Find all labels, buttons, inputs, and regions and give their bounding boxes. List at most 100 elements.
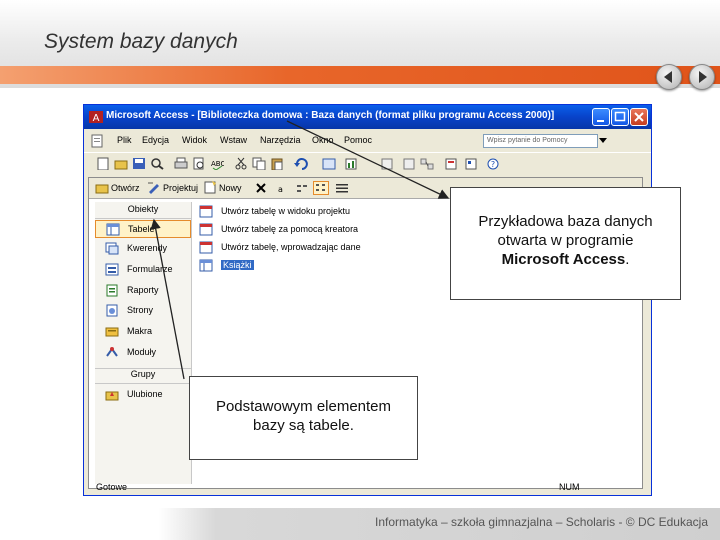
relationships-icon[interactable] [420, 157, 434, 170]
sidebar-item-modules[interactable]: Moduły [95, 344, 191, 362]
maximize-button[interactable] [611, 108, 629, 126]
save-icon[interactable] [132, 157, 146, 170]
copy-icon[interactable] [252, 157, 266, 170]
new-icon[interactable] [203, 181, 217, 194]
macro-icon [105, 327, 119, 337]
open-folder-icon[interactable] [114, 157, 128, 170]
svg-text:A: A [93, 113, 100, 124]
query-icon [105, 242, 119, 255]
menu-help[interactable]: Pomoc [344, 135, 372, 145]
num-lock-indicator: NUM [559, 482, 580, 492]
help-icon[interactable]: ? [486, 157, 500, 170]
script-icon[interactable] [402, 157, 416, 170]
analyze-icon[interactable] [344, 157, 358, 170]
design-icon[interactable] [147, 181, 161, 194]
office-links-icon[interactable] [322, 157, 336, 170]
sidebar-item-queries[interactable]: Kwerendy [95, 240, 191, 258]
arrow-right-icon [699, 71, 707, 83]
table-icon [199, 259, 213, 272]
delete-icon[interactable] [255, 182, 267, 194]
minimize-icon [597, 120, 604, 122]
cut-icon[interactable] [234, 157, 248, 170]
design-button[interactable]: Projektuj [163, 183, 198, 193]
sidebar-item-label: Tabele [128, 224, 155, 234]
callout-text: Podstawowym elementem bazy są tabele. [215, 398, 392, 434]
close-icon [634, 112, 644, 122]
sidebar-item-pages[interactable]: Strony [95, 302, 191, 320]
menu-window[interactable]: Okno [312, 135, 334, 145]
sidebar-item-label: Kwerendy [127, 243, 168, 253]
sidebar-item-favorites[interactable]: Ulubione [95, 386, 191, 404]
groups-header: Grupy [95, 368, 191, 384]
menu-file[interactable]: Plik [117, 135, 132, 145]
svg-text:?: ? [491, 160, 495, 169]
paste-icon[interactable] [270, 157, 284, 170]
callout-bold-text: Microsoft Access [501, 251, 626, 268]
header-accent-bar [0, 66, 720, 84]
table-icon [106, 223, 120, 236]
open-icon[interactable] [95, 181, 109, 194]
slide-title: System bazy danych [44, 30, 238, 53]
window-titlebar[interactable]: A Microsoft Access - [Biblioteczka domow… [84, 105, 651, 129]
standard-toolbar: ABC ? [84, 152, 651, 175]
status-bar: Gotowe NUM [84, 478, 651, 496]
sidebar-item-macros[interactable]: Makra [95, 323, 191, 341]
svg-text:ABC: ABC [211, 160, 224, 168]
undo-icon[interactable] [294, 157, 308, 170]
menu-insert[interactable]: Wstaw [220, 135, 247, 145]
help-question-input[interactable]: Wpisz pytanie do Pomocy [483, 134, 598, 148]
sidebar-item-label: Raporty [127, 285, 159, 295]
favorites-folder-icon [105, 391, 119, 401]
document-icon [91, 134, 103, 148]
report-icon [106, 284, 118, 297]
code-icon[interactable] [380, 157, 394, 170]
new-file-icon[interactable] [96, 157, 110, 170]
print-preview-icon[interactable] [192, 157, 206, 170]
menu-tools[interactable]: Narzędzia [260, 135, 301, 145]
arrow-left-icon [664, 71, 672, 83]
new-button[interactable]: Nowy [219, 183, 242, 193]
callout-database-example: Przykładowa baza danych otwarta w progra… [450, 187, 681, 300]
new-object-icon[interactable] [464, 157, 478, 170]
callout-tables: Podstawowym elementem bazy są tabele. [189, 376, 418, 460]
previous-slide-button[interactable] [656, 64, 682, 90]
table-data-entry-icon [199, 241, 213, 254]
close-button[interactable] [630, 108, 648, 126]
chevron-down-icon[interactable] [599, 138, 607, 144]
search-icon[interactable] [150, 157, 164, 170]
table-wizard-icon [199, 223, 213, 236]
sidebar-item-reports[interactable]: Raporty [95, 282, 191, 300]
svg-text:a: a [278, 185, 283, 194]
large-icons-icon[interactable]: a [277, 182, 291, 194]
sidebar-item-tables[interactable]: Tabele [95, 220, 191, 238]
footer-text: Informatyka – szkoła gimnazjalna – Schol… [375, 515, 708, 529]
module-icon [106, 347, 118, 357]
list-view-icon[interactable] [313, 181, 329, 195]
sidebar-item-label: Ulubione [127, 389, 163, 399]
sidebar-item-forms[interactable]: Formularze [95, 261, 191, 279]
callout-line: Przykładowa baza danych [478, 213, 653, 230]
window-title: Microsoft Access - [Biblioteczka domowa … [106, 110, 555, 121]
spelling-icon[interactable]: ABC [210, 157, 224, 170]
callout-line: otwarta w programie [497, 232, 634, 249]
open-button[interactable]: Otwórz [111, 183, 140, 193]
minimize-button[interactable] [592, 108, 610, 126]
objects-header: Obiekty [95, 204, 191, 219]
objects-sidebar: Obiekty Tabele Kwerendy Formularze Rapor… [95, 202, 192, 484]
small-icons-icon[interactable] [295, 182, 309, 194]
sidebar-item-label: Makra [127, 326, 153, 336]
callout-line-3: Microsoft Access. [451, 250, 680, 269]
table-design-icon [199, 205, 213, 218]
callout-period: . [625, 251, 630, 268]
sidebar-item-label: Strony [127, 305, 154, 315]
menu-view[interactable]: Widok [182, 135, 207, 145]
access-key-icon: A [89, 111, 103, 124]
properties-icon[interactable] [444, 157, 458, 170]
menu-edit[interactable]: Edycja [142, 135, 169, 145]
details-view-icon[interactable] [335, 182, 349, 194]
next-slide-button[interactable] [689, 64, 715, 90]
print-icon[interactable] [174, 157, 188, 170]
sidebar-item-label: Moduły [127, 347, 157, 357]
status-text: Gotowe [96, 482, 128, 492]
page-icon [106, 304, 118, 317]
